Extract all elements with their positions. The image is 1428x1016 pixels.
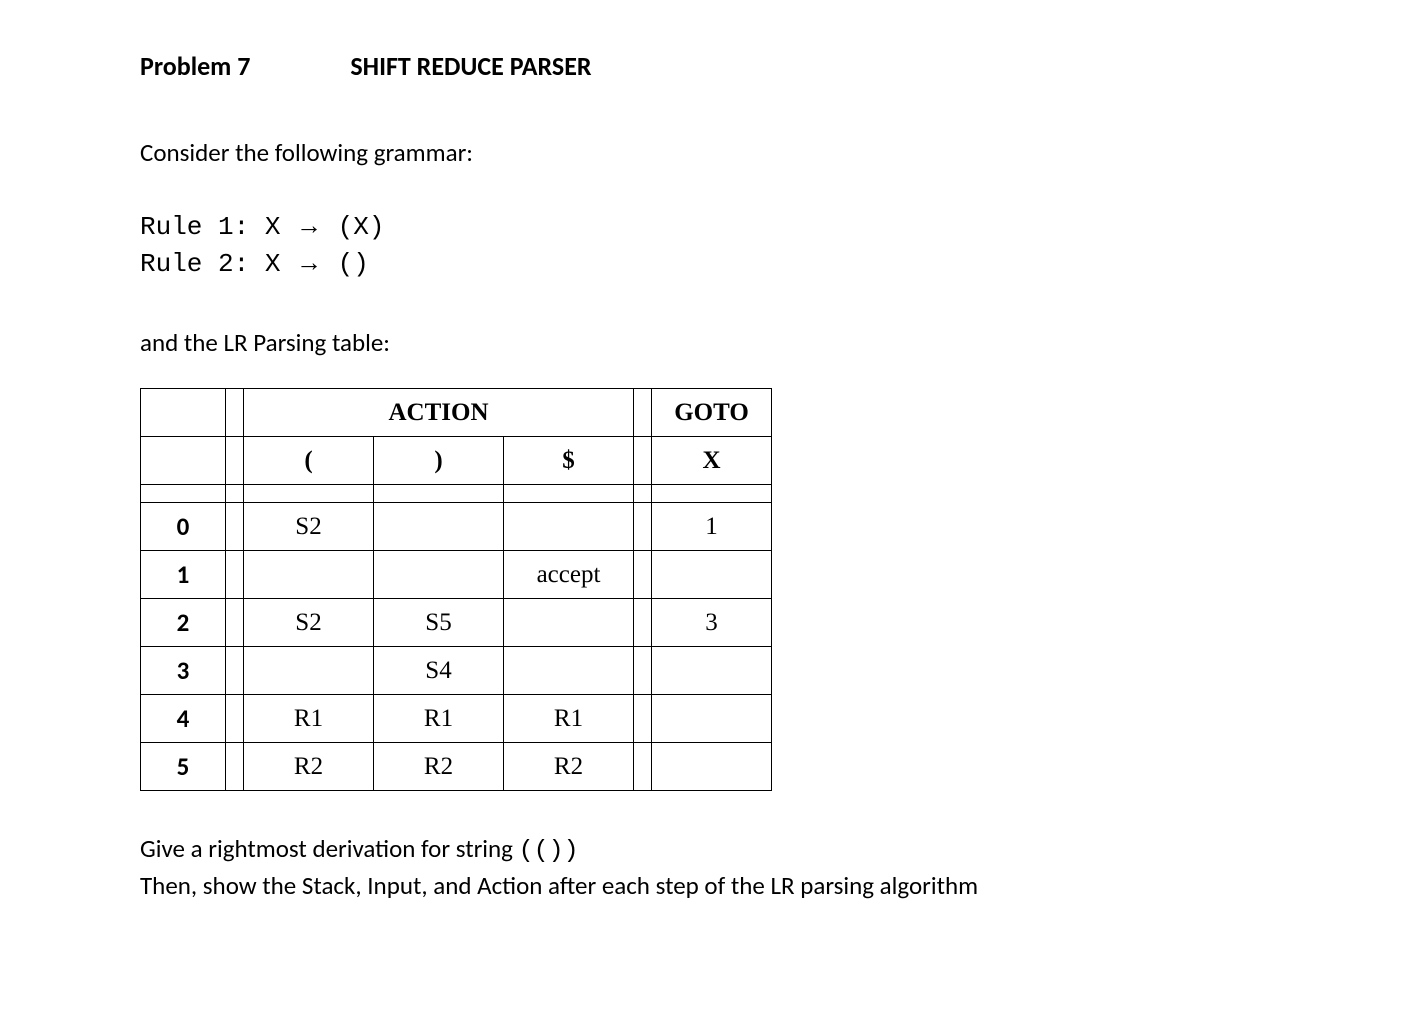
spacer-cell [226, 503, 244, 551]
table-row: 1 accept [141, 551, 772, 599]
table-header-row-1: ACTION GOTO [141, 389, 772, 437]
rule1-prefix: Rule 1: X [140, 212, 296, 242]
goto-cell: 1 [652, 503, 772, 551]
table-header-row-2: ( ) $ X [141, 437, 772, 485]
header-blank [141, 437, 226, 485]
action-cell: R2 [244, 743, 374, 791]
spacer-cell [634, 599, 652, 647]
spacer-cell [634, 389, 652, 437]
column-x: X [652, 437, 772, 485]
spacer-cell [226, 389, 244, 437]
action-cell: R1 [374, 695, 504, 743]
table-label: and the LR Parsing table: [140, 327, 1288, 358]
problem-label: Problem 7 [140, 50, 250, 82]
action-cell: S2 [244, 503, 374, 551]
action-cell [504, 599, 634, 647]
action-cell: S2 [244, 599, 374, 647]
grammar-rules: Rule 1: X → (X) Rule 2: X → () [140, 208, 1288, 282]
spacer-row [141, 485, 772, 503]
spacer-cell [634, 503, 652, 551]
action-cell [504, 647, 634, 695]
state-cell: 4 [141, 695, 226, 743]
question-text: Give a rightmost derivation for string (… [140, 831, 1288, 903]
table-row: 2 S2 S5 3 [141, 599, 772, 647]
goto-cell [652, 695, 772, 743]
question-line-2: Then, show the Stack, Input, and Action … [140, 868, 1288, 903]
goto-cell [652, 743, 772, 791]
spacer-cell [226, 743, 244, 791]
action-cell: R2 [504, 743, 634, 791]
table-row: 4 R1 R1 R1 [141, 695, 772, 743]
spacer-cell [226, 551, 244, 599]
spacer-cell [634, 743, 652, 791]
arrow-icon: → [296, 247, 322, 277]
spacer-cell [634, 647, 652, 695]
table-row: 0 S2 1 [141, 503, 772, 551]
goto-cell: 3 [652, 599, 772, 647]
action-cell: R1 [244, 695, 374, 743]
column-dollar: $ [504, 437, 634, 485]
rule2-prefix: Rule 2: X [140, 249, 296, 279]
goto-cell [652, 551, 772, 599]
spacer-cell [634, 437, 652, 485]
action-cell: R2 [374, 743, 504, 791]
action-cell [244, 647, 374, 695]
spacer-cell [226, 647, 244, 695]
goto-cell [652, 647, 772, 695]
lr-parsing-table: ACTION GOTO ( ) $ X 0 S2 1 1 accept [140, 388, 772, 791]
question-string: (()) [519, 836, 579, 865]
state-cell: 1 [141, 551, 226, 599]
rule2-suffix: () [322, 249, 369, 279]
action-cell: S4 [374, 647, 504, 695]
header-blank [141, 389, 226, 437]
action-cell: S5 [374, 599, 504, 647]
rule-1: Rule 1: X → (X) [140, 208, 1288, 245]
rule-2: Rule 2: X → () [140, 245, 1288, 282]
question-line-1: Give a rightmost derivation for string (… [140, 831, 1288, 868]
column-rparen: ) [374, 437, 504, 485]
state-cell: 5 [141, 743, 226, 791]
action-cell [504, 503, 634, 551]
action-cell [374, 551, 504, 599]
page-title: SHIFT REDUCE PARSER [350, 50, 591, 82]
spacer-cell [226, 695, 244, 743]
state-cell: 3 [141, 647, 226, 695]
action-cell [244, 551, 374, 599]
state-cell: 2 [141, 599, 226, 647]
rule1-suffix: (X) [322, 212, 384, 242]
action-header: ACTION [244, 389, 634, 437]
table-row: 5 R2 R2 R2 [141, 743, 772, 791]
spacer-cell [226, 599, 244, 647]
arrow-icon: → [296, 210, 322, 240]
question-prefix: Give a rightmost derivation for string [140, 833, 519, 864]
spacer-cell [634, 551, 652, 599]
table-row: 3 S4 [141, 647, 772, 695]
column-lparen: ( [244, 437, 374, 485]
spacer-cell [634, 695, 652, 743]
action-cell: R1 [504, 695, 634, 743]
state-cell: 0 [141, 503, 226, 551]
action-cell [374, 503, 504, 551]
goto-header: GOTO [652, 389, 772, 437]
header-row: Problem 7 SHIFT REDUCE PARSER [140, 50, 1288, 82]
action-cell: accept [504, 551, 634, 599]
intro-text: Consider the following grammar: [140, 137, 1288, 168]
spacer-cell [226, 437, 244, 485]
